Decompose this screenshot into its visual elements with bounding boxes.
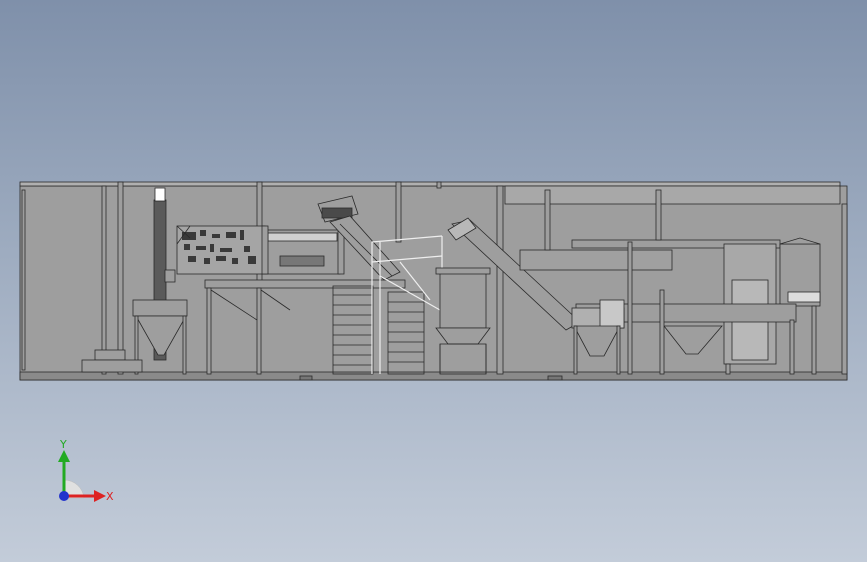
dryer-unit	[261, 225, 345, 275]
x-axis-head	[94, 490, 106, 502]
production-line-side-view	[19, 181, 848, 381]
y-axis-label: Y	[59, 438, 67, 451]
orientation-triad: Y X	[58, 438, 114, 503]
container-frame	[19, 181, 848, 381]
cad-viewport[interactable]: Y X	[0, 0, 867, 562]
control-panel	[176, 225, 266, 275]
z-axis-dot	[59, 491, 69, 501]
y-axis-head	[58, 450, 70, 462]
x-axis-label: X	[106, 490, 114, 503]
